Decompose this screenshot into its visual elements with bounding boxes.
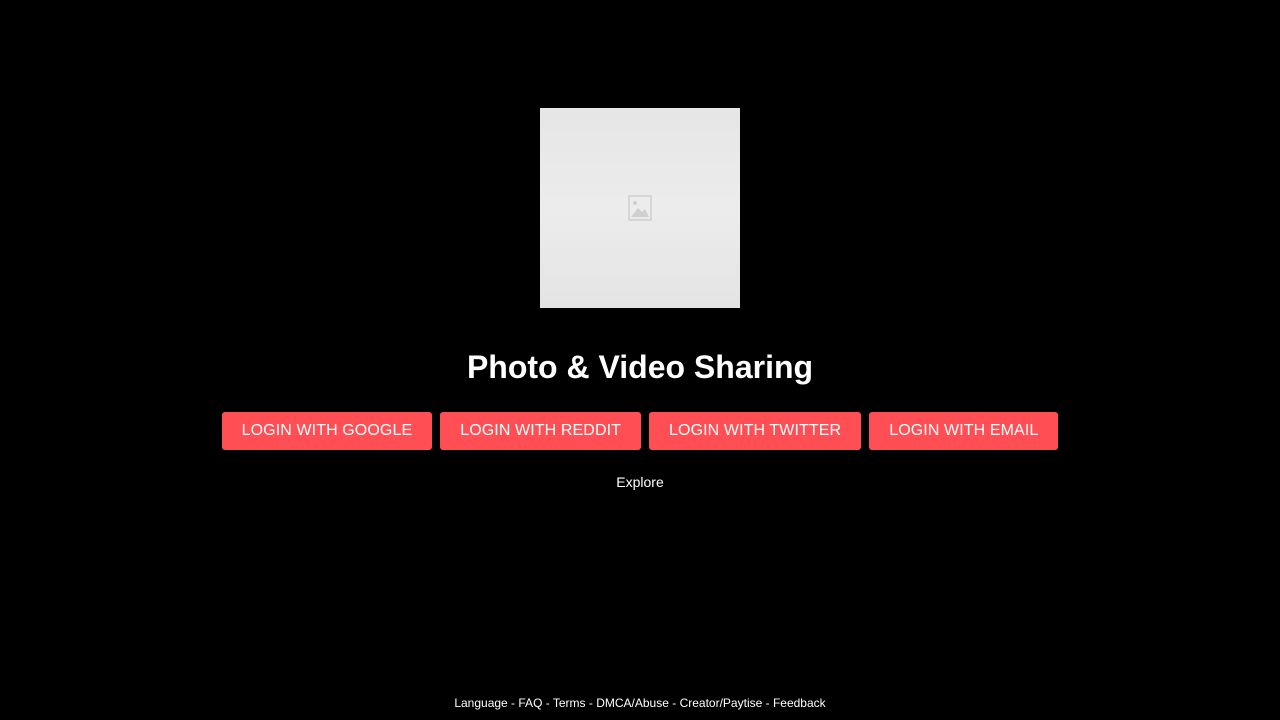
broken-image-icon	[628, 195, 652, 221]
explore-container: Explore	[0, 473, 1280, 491]
footer-link-terms[interactable]: Terms	[553, 696, 586, 710]
footer-link-language[interactable]: Language	[454, 696, 507, 710]
explore-link[interactable]: Explore	[616, 474, 663, 490]
footer-link-dmca[interactable]: DMCA/Abuse	[596, 696, 669, 710]
page-title: Photo & Video Sharing	[466, 349, 814, 385]
hero-image	[540, 108, 740, 308]
login-reddit-button[interactable]: LOGIN WITH REDDIT	[440, 412, 642, 450]
footer-separator: -	[542, 696, 553, 710]
footer-separator: -	[507, 696, 519, 710]
page: Photo & Video Sharing LOGIN WITH GOOGLE …	[0, 0, 1280, 720]
login-twitter-button[interactable]: LOGIN WITH TWITTER	[649, 412, 862, 450]
login-buttons: LOGIN WITH GOOGLE LOGIN WITH REDDIT LOGI…	[0, 412, 1280, 450]
footer-separator: -	[585, 696, 597, 710]
footer: Language - FAQ - Terms - DMCA/Abuse - Cr…	[0, 695, 1280, 711]
footer-separator: -	[762, 696, 773, 710]
login-google-button[interactable]: LOGIN WITH GOOGLE	[221, 412, 433, 450]
footer-separator: -	[668, 696, 680, 710]
footer-link-faq[interactable]: FAQ	[518, 696, 542, 710]
login-email-button[interactable]: LOGIN WITH EMAIL	[869, 412, 1059, 450]
footer-link-creator[interactable]: Creator/Paytise	[680, 696, 763, 710]
footer-link-feedback[interactable]: Feedback	[773, 696, 826, 710]
